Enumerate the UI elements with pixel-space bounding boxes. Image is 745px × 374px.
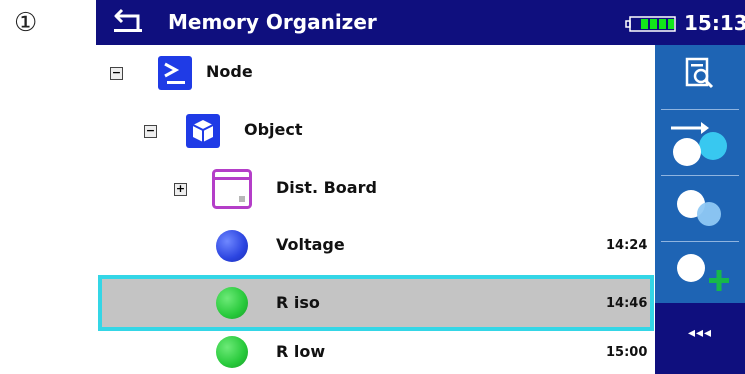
test-time: 14:24 [606, 238, 648, 253]
instrument-screen: Memory Organizer 15:13 − Node − Object +… [96, 0, 745, 374]
more-options-icon: ◂◂◂ [687, 325, 713, 341]
clone-test-icon [677, 190, 721, 226]
clone-test-button[interactable] [655, 176, 745, 240]
tree-row-voltage[interactable]: Voltage 14:24 [96, 218, 653, 275]
green-status-icon [216, 336, 248, 368]
more-options-button[interactable]: ◂◂◂ [655, 303, 745, 374]
clock: 15:13 [684, 11, 745, 35]
go-to-test-button[interactable] [655, 110, 745, 174]
tree-row-node[interactable]: − Node [96, 45, 653, 102]
blue-status-icon [216, 230, 248, 262]
tree-row-r-iso[interactable]: R iso 14:46 [96, 275, 654, 331]
title-bar: Memory Organizer 15:13 [96, 0, 745, 45]
tree-label: R iso [276, 293, 320, 312]
tree-row-object[interactable]: − Object [96, 103, 653, 160]
add-test-icon [677, 254, 729, 291]
dist-board-icon [212, 169, 252, 209]
expand-toggle[interactable]: + [174, 182, 187, 196]
tree-label: R low [276, 342, 326, 361]
battery-icon [625, 16, 676, 32]
collapse-toggle[interactable]: − [110, 66, 123, 80]
view-results-icon [685, 57, 714, 89]
step-marker: ① [14, 8, 38, 38]
screen-title: Memory Organizer [168, 10, 377, 34]
action-sidebar: ◂◂◂ [655, 45, 745, 374]
tree-label: Node [206, 62, 253, 81]
tree-label: Dist. Board [276, 178, 377, 197]
object-cube-icon [186, 114, 220, 148]
selection-highlight [98, 275, 654, 331]
back-arrow-icon[interactable] [112, 6, 146, 36]
view-results-button[interactable] [655, 45, 745, 109]
node-prompt-icon [158, 56, 192, 90]
go-to-test-icon [671, 122, 727, 166]
tree-label: Object [244, 120, 303, 139]
test-time: 15:00 [606, 345, 648, 360]
tree-row-dist-board[interactable]: + Dist. Board [96, 161, 653, 218]
memory-tree: − Node − Object + Dist. Board Voltage 14… [96, 45, 654, 374]
green-status-icon [216, 287, 248, 319]
collapse-toggle[interactable]: − [144, 124, 157, 138]
tree-label: Voltage [276, 235, 345, 254]
add-test-button[interactable] [655, 242, 745, 302]
tree-row-r-low[interactable]: R low 15:00 [96, 332, 653, 374]
test-time: 14:46 [606, 296, 648, 311]
